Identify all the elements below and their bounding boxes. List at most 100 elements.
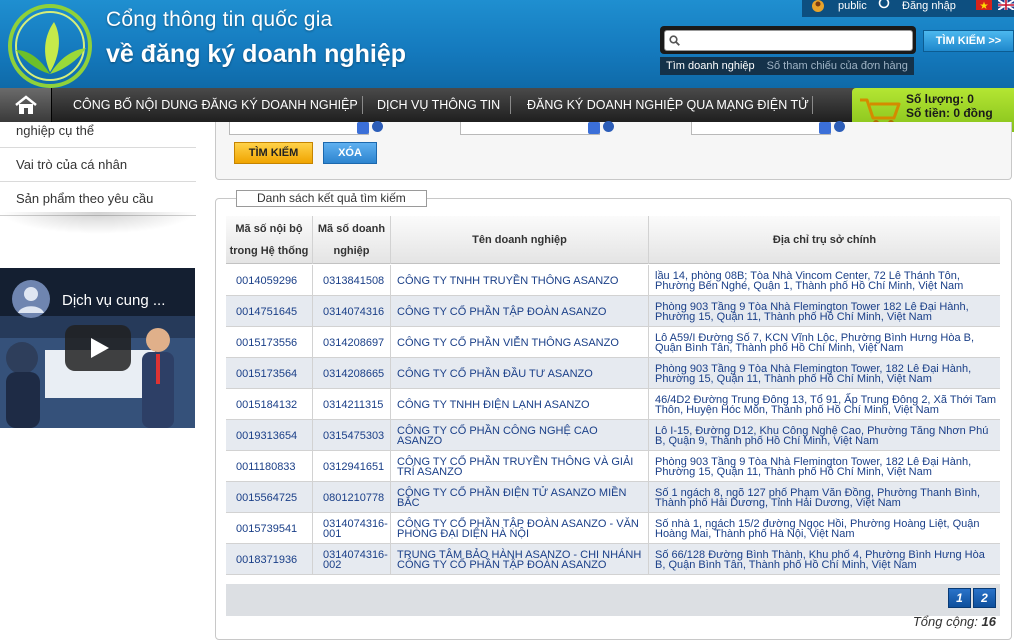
results-legend: Danh sách kết quả tìm kiếm [236,190,427,207]
login-link[interactable]: Đăng nhập [902,0,956,12]
video-title: Dịch vụ cung ... [62,292,166,309]
cell-internal-id[interactable]: 0014751645 [226,296,313,327]
table-row: 0015173564 0314208665 CÔNG TY CỔ PHẦN ĐẦU … [226,358,1000,389]
form-search-button[interactable]: TÌM KIẾM [234,142,313,164]
play-icon [91,338,109,358]
cell-internal-id-text: 0015739541 [236,522,298,535]
table-row: 0014751645 0314074316 CÔNG TY CỔ PHẦN TẬP … [226,296,1000,327]
help-icon[interactable] [603,121,614,132]
cell-business-name[interactable]: CÔNG TY CỔ PHẦN TRUYỀN THÔNG VÀ GIẢI TRÍ… [391,451,649,482]
cell-address-text: lầu 14, phòng 08B; Tòa Nhà Vincom Center… [655,269,964,292]
dropdown-select[interactable] [460,122,600,135]
tab-order-reference[interactable]: Số tham chiếu của đơn hàng [761,57,914,75]
sidebar-item-label: nghiệp cụ thể [16,123,95,138]
cell-tax-id[interactable]: 0314208665 [313,358,391,389]
login-icon [878,0,890,9]
cell-internal-id[interactable]: 0015564725 [226,482,313,513]
table-pager: 1 2 [226,584,1000,616]
column-header-name[interactable]: Tên doanh nghiệp [391,216,649,264]
cell-business-name[interactable]: CÔNG TY TNHH TRUYỀN THÔNG ASANZO [391,265,649,296]
search-submit-button[interactable]: TÌM KIẾM >> [923,30,1014,52]
cell-address: Số 1 ngách 8, ngõ 127 phố Phạm Văn Đồng,… [649,482,1000,513]
column-header-address[interactable]: Địa chỉ trụ sở chính [649,216,1000,264]
cell-tax-id-text: 0313841508 [323,274,385,287]
table-row: 0015184132 0314211315 CÔNG TY TNHH ĐIỆN LẠ… [226,389,1000,420]
cell-address: Số 66/128 Đường Bình Thành, Khu phố 4, P… [649,544,1000,575]
cell-internal-id[interactable]: 0014059296 [226,265,313,296]
column-header-tax-id[interactable]: Mã số doanh nghiệp [313,216,391,264]
help-icon[interactable] [372,121,383,132]
cell-tax-id[interactable]: 0314211315 [313,389,391,420]
cell-business-name[interactable]: CÔNG TY CỔ PHẦN ĐIỆN TỬ ASANZO MIỀN BẮC [391,482,649,513]
cart-amount: Số tiền: 0 đồng [906,106,993,120]
sidebar-item-individual-role[interactable]: Vai trò của cá nhân [0,148,196,182]
results-total: Tổng cộng: 16 [860,614,996,629]
sidebar-item-label: Sản phẩm theo yêu cầu [16,191,154,206]
sidebar-item-custom-products[interactable]: Sản phẩm theo yêu cầu [0,182,196,216]
cell-business-name[interactable]: CÔNG TY CỔ PHẦN VIỄN THÔNG ASANZO [391,327,649,358]
cell-tax-id[interactable]: 0314074316-001 [313,513,391,544]
cell-business-name-text: CÔNG TY CỔ PHẦN TRUYỀN THÔNG VÀ GIẢI TRÍ… [397,455,634,478]
cell-business-name-text: CÔNG TY TNHH TRUYỀN THÔNG ASANZO [397,274,619,287]
play-button[interactable] [65,325,131,371]
home-icon [15,95,37,114]
search-input[interactable] [664,30,913,51]
flag-uk-icon[interactable] [998,0,1014,10]
total-label: Tổng cộng: [912,614,978,629]
cell-tax-id[interactable]: 0801210778 [313,482,391,513]
cell-business-name[interactable]: CÔNG TY CỔ PHẦN TẬP ĐOÀN ASANZO - VĂN PH… [391,513,649,544]
tab-find-business[interactable]: Tìm doanh nghiệp [660,57,761,75]
cell-business-name-text: CÔNG TY CỔ PHẦN ĐIỆN TỬ ASANZO MIỀN BẮC [397,486,627,509]
cell-tax-id-text: 0312941651 [323,460,385,473]
cart-quantity: Số lượng: 0 [906,92,974,106]
cell-business-name-text: CÔNG TY CỔ PHẦN CÔNG NGHỆ CAO ASANZO [397,424,598,447]
cell-internal-id[interactable]: 0015739541 [226,513,313,544]
dropdown-select[interactable] [691,122,831,135]
nav-separator [362,96,363,114]
sidebar-item-specific-business[interactable]: nghiệp cụ thể [0,114,196,148]
sidebar-item-label: Vai trò của cá nhân [16,157,128,172]
flag-vn-icon[interactable] [976,0,992,10]
table-header: Mã số nội bộ trong Hệ thống Mã số doanh … [226,216,1000,264]
nav-item-information-services[interactable]: DỊCH VỤ THÔNG TIN [377,88,500,122]
cell-business-name[interactable]: CÔNG TY CỔ PHẦN TẬP ĐOÀN ASANZO [391,296,649,327]
cell-tax-id[interactable]: 0315475303 [313,420,391,451]
cell-tax-id-text: 0314208665 [323,367,385,380]
page-button-1[interactable]: 1 [948,588,971,608]
cell-address-text: Phòng 903 Tầng 9 Tòa Nhà Flemington Towe… [655,300,969,323]
cell-business-name[interactable]: TRUNG TÂM BẢO HÀNH ASANZO - CHI NHÁNH CÔ… [391,544,649,575]
cell-business-name[interactable]: CÔNG TY CỔ PHẦN ĐẦU TƯ ASANZO [391,358,649,389]
cell-business-name[interactable]: CÔNG TY TNHH ĐIỆN LẠNH ASANZO [391,389,649,420]
topbar: public Đăng nhập [802,0,1014,17]
table-row: 0018371936 0314074316-002 TRUNG TÂM BẢO HÀ… [226,544,1000,575]
cell-internal-id[interactable]: 0015173564 [226,358,313,389]
cell-internal-id-text: 0015184132 [236,398,298,411]
video-player[interactable]: Dịch vụ cung ... [0,268,195,428]
column-header-internal-id[interactable]: Mã số nội bộ trong Hệ thống [226,216,313,264]
cell-address-text: Số 1 ngách 8, ngõ 127 phố Phạm Văn Đồng,… [655,486,981,509]
cell-tax-id[interactable]: 0312941651 [313,451,391,482]
cell-tax-id[interactable]: 0314208697 [313,327,391,358]
cell-address: 46/4D2 Đường Trung Đông 13, Tổ 91, Ấp Tr… [649,389,1000,420]
cell-internal-id[interactable]: 0019313654 [226,420,313,451]
cell-internal-id[interactable]: 0015173556 [226,327,313,358]
cell-tax-id[interactable]: 0313841508 [313,265,391,296]
cell-tax-id[interactable]: 0314074316-002 [313,544,391,575]
cell-internal-id-text: 0014059296 [236,274,298,287]
cell-business-name[interactable]: CÔNG TY CỔ PHẦN CÔNG NGHỆ CAO ASANZO [391,420,649,451]
form-clear-button[interactable]: XÓA [323,142,377,164]
search-icon [669,35,680,46]
dropdown-select[interactable] [229,122,369,135]
cell-internal-id-text: 0018371936 [236,553,298,566]
cell-address: Lô I-15, Đường D12, Khu Công Nghệ Cao, P… [649,420,1000,451]
cell-internal-id[interactable]: 0015184132 [226,389,313,420]
nav-separator [812,96,813,114]
cell-internal-id[interactable]: 0011180833 [226,451,313,482]
cell-address: Lô A59/I Đường Số 7, KCN Vĩnh Lộc, Phườn… [649,327,1000,358]
cell-internal-id[interactable]: 0018371936 [226,544,313,575]
page-button-2[interactable]: 2 [973,588,996,608]
cell-tax-id[interactable]: 0314074316 [313,296,391,327]
cell-address-text: Lô I-15, Đường D12, Khu Công Nghệ Cao, P… [655,424,989,447]
nav-item-online-registration[interactable]: ĐĂNG KÝ DOANH NGHIỆP QUA MẠNG ĐIỆN TỬ [527,88,809,122]
help-icon[interactable] [834,121,845,132]
